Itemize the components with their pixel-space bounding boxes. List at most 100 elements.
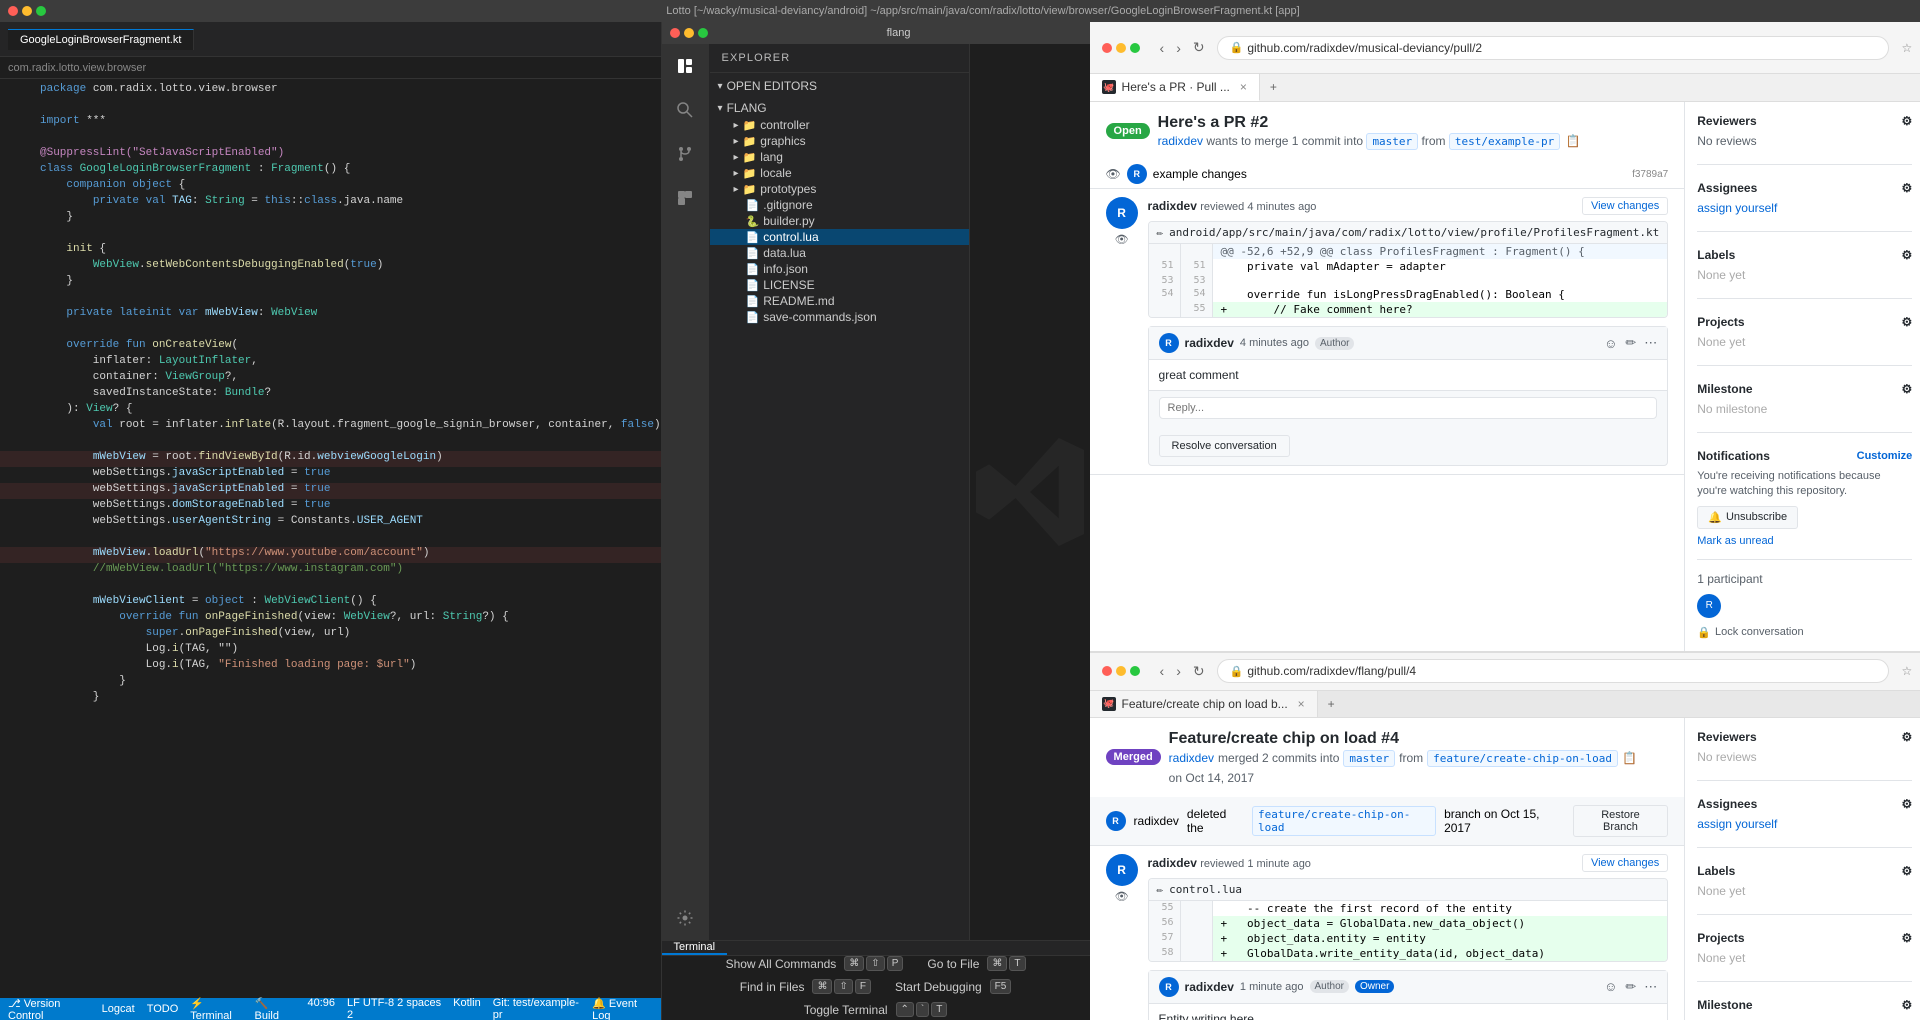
resolve-btn-1[interactable]: Resolve conversation — [1159, 435, 1290, 457]
notifications-title-1: Notifications Customize — [1697, 449, 1912, 463]
sidebar-item-graphics[interactable]: ▸📁graphics — [710, 133, 969, 149]
view-changes-btn-1[interactable]: View changes — [1582, 197, 1668, 215]
gear-icon-labels-2[interactable]: ⚙ — [1901, 864, 1912, 878]
sidebar-item-data-lua[interactable]: 📄data.lua — [710, 245, 969, 261]
copy-icon-2[interactable]: 📋 — [1622, 751, 1637, 765]
editor-tab-active[interactable]: GoogleLoginBrowserFragment.kt — [8, 29, 194, 50]
br-max-1[interactable] — [1130, 43, 1140, 53]
cmd-show-all[interactable]: Show All Commands ⌘⇧P — [726, 956, 904, 971]
eye-toggle-icon[interactable]: 👁 — [1106, 167, 1121, 181]
view-changes-btn-2[interactable]: View changes — [1582, 854, 1668, 872]
more-icon-2[interactable]: ⋯ — [1644, 979, 1657, 995]
assign-yourself-link-1[interactable]: assign yourself — [1697, 201, 1777, 215]
unsubscribe-btn-1[interactable]: 🔔 Unsubscribe — [1697, 506, 1798, 529]
forward-button-1[interactable]: › — [1172, 37, 1185, 58]
sidebar-item-save-commands[interactable]: 📄save-commands.json — [710, 309, 969, 325]
back-button-2[interactable]: ‹ — [1156, 661, 1169, 682]
minimize-button[interactable] — [22, 6, 32, 16]
gear-icon-milestone[interactable]: ⚙ — [1901, 382, 1912, 396]
cmd-go-to-file[interactable]: Go to File ⌘T — [927, 956, 1025, 971]
maximize-button[interactable] — [36, 6, 46, 16]
event-log-btn[interactable]: 🔔 Event Log — [592, 997, 652, 1020]
cmd-toggle-terminal[interactable]: Toggle Terminal ⌃`T — [804, 1002, 948, 1017]
pr-author-1[interactable]: radixdev — [1158, 134, 1203, 148]
search-icon[interactable] — [671, 96, 699, 124]
sidebar-item-builder[interactable]: 🐍builder.py — [710, 213, 969, 229]
extensions-icon[interactable] — [671, 184, 699, 212]
edit-icon-2[interactable]: ✏ — [1625, 979, 1636, 995]
br-min-1[interactable] — [1116, 43, 1126, 53]
react-icon-2[interactable]: ☺ — [1604, 979, 1617, 994]
sidebar-item-info-json[interactable]: 📄info.json — [710, 261, 969, 277]
customize-link-1[interactable]: Customize — [1857, 450, 1913, 462]
mark-unread-btn-1[interactable]: Mark as unread — [1697, 535, 1773, 547]
todo-btn[interactable]: TODO — [147, 1003, 179, 1015]
br-min-2[interactable] — [1116, 666, 1126, 676]
build-btn[interactable]: 🔨 Build — [254, 997, 291, 1020]
source-branch-1[interactable]: test/example-pr — [1449, 133, 1560, 150]
sidebar-item-readme[interactable]: 📄README.md — [710, 293, 969, 309]
tab-close-1[interactable]: × — [1240, 80, 1247, 94]
close-button[interactable] — [8, 6, 18, 16]
sidebar-item-license[interactable]: 📄LICENSE — [710, 277, 969, 293]
sidebar-item-gitignore[interactable]: 📄.gitignore — [710, 197, 969, 213]
address-bar-2[interactable]: 🔒 github.com/radixdev/flang/pull/4 — [1217, 659, 1890, 683]
lock-conversation-1[interactable]: 🔒 Lock conversation — [1697, 626, 1912, 639]
br-max-2[interactable] — [1130, 666, 1140, 676]
project-group[interactable]: ▾ FLANG — [710, 99, 969, 117]
refresh-button-2[interactable]: ↻ — [1189, 661, 1209, 682]
browser-tab-pr2[interactable]: 🐙 Here's a PR · Pull ... × — [1090, 74, 1260, 101]
bookmark-icon-2[interactable]: ☆ — [1901, 664, 1912, 678]
terminal-btn[interactable]: ⚡ Terminal — [190, 997, 242, 1020]
assign-yourself-link-2[interactable]: assign yourself — [1697, 817, 1777, 831]
br-close-1[interactable] — [1102, 43, 1112, 53]
gear-icon-milestone-2[interactable]: ⚙ — [1901, 998, 1912, 1012]
sidebar-item-prototypes[interactable]: ▸📁prototypes — [710, 181, 969, 197]
copy-icon[interactable]: 📋 — [1566, 134, 1581, 148]
gear-icon-projects[interactable]: ⚙ — [1901, 315, 1912, 329]
sidebar-item-controller[interactable]: ▸📁controller — [710, 117, 969, 133]
sidebar-item-locale[interactable]: ▸📁locale — [710, 165, 969, 181]
terminal-panel-tab[interactable]: Terminal — [662, 941, 728, 955]
cmd-start-debug[interactable]: Start Debugging F5 — [895, 979, 1011, 994]
br-close-2[interactable] — [1102, 666, 1112, 676]
settings-icon[interactable] — [671, 904, 699, 932]
gear-icon-assignees[interactable]: ⚙ — [1901, 181, 1912, 195]
react-icon[interactable]: ☺ — [1604, 336, 1617, 351]
logcat-btn[interactable]: Logcat — [102, 1003, 135, 1015]
gear-icon-reviewers[interactable]: ⚙ — [1901, 114, 1912, 128]
back-button-1[interactable]: ‹ — [1156, 37, 1169, 58]
gear-icon-reviewers-2[interactable]: ⚙ — [1901, 730, 1912, 744]
pr-author-2[interactable]: radixdev — [1169, 751, 1214, 765]
gear-icon-labels[interactable]: ⚙ — [1901, 248, 1912, 262]
browser-tab-pr4[interactable]: 🐙 Feature/create chip on load b... × — [1090, 691, 1318, 717]
address-bar-1[interactable]: 🔒 github.com/radixdev/musical-deviancy/p… — [1217, 36, 1890, 60]
close-btn-2[interactable] — [670, 28, 680, 38]
deleter-avatar: R — [1106, 811, 1126, 831]
min-btn-2[interactable] — [684, 28, 694, 38]
forward-button-2[interactable]: › — [1172, 661, 1185, 682]
max-btn-2[interactable] — [698, 28, 708, 38]
sidebar-item-control-lua[interactable]: 📄control.lua — [710, 229, 969, 245]
more-icon[interactable]: ⋯ — [1644, 335, 1657, 351]
version-control-btn[interactable]: ⎇ Version Control — [8, 997, 90, 1020]
gear-icon-projects-2[interactable]: ⚙ — [1901, 931, 1912, 945]
reply-input-1[interactable] — [1159, 397, 1658, 419]
source-control-icon[interactable] — [671, 140, 699, 168]
bookmark-icon[interactable]: ☆ — [1901, 41, 1912, 55]
target-branch-1[interactable]: master — [1366, 133, 1418, 150]
restore-branch-button[interactable]: Restore Branch — [1573, 805, 1669, 837]
cmd-find-files[interactable]: Find in Files ⌘⇧F — [740, 979, 871, 994]
gear-icon-assignees-2[interactable]: ⚙ — [1901, 797, 1912, 811]
new-tab-btn-1[interactable]: + — [1260, 74, 1287, 101]
tab-close-2[interactable]: × — [1298, 697, 1305, 711]
target-branch-2[interactable]: master — [1343, 750, 1395, 767]
explorer-icon[interactable] — [671, 52, 699, 80]
refresh-button-1[interactable]: ↻ — [1189, 37, 1209, 58]
source-branch-2[interactable]: feature/create-chip-on-load — [1427, 750, 1618, 767]
new-tab-btn-2[interactable]: + — [1318, 691, 1345, 717]
edit-icon[interactable]: ✏ — [1625, 335, 1636, 351]
sidebar-item-lang[interactable]: ▸📁lang — [710, 149, 969, 165]
code-editor[interactable]: package com.radix.lotto.view.browser imp… — [0, 79, 661, 998]
open-editors-group[interactable]: ▾ OPEN EDITORS — [710, 77, 969, 95]
